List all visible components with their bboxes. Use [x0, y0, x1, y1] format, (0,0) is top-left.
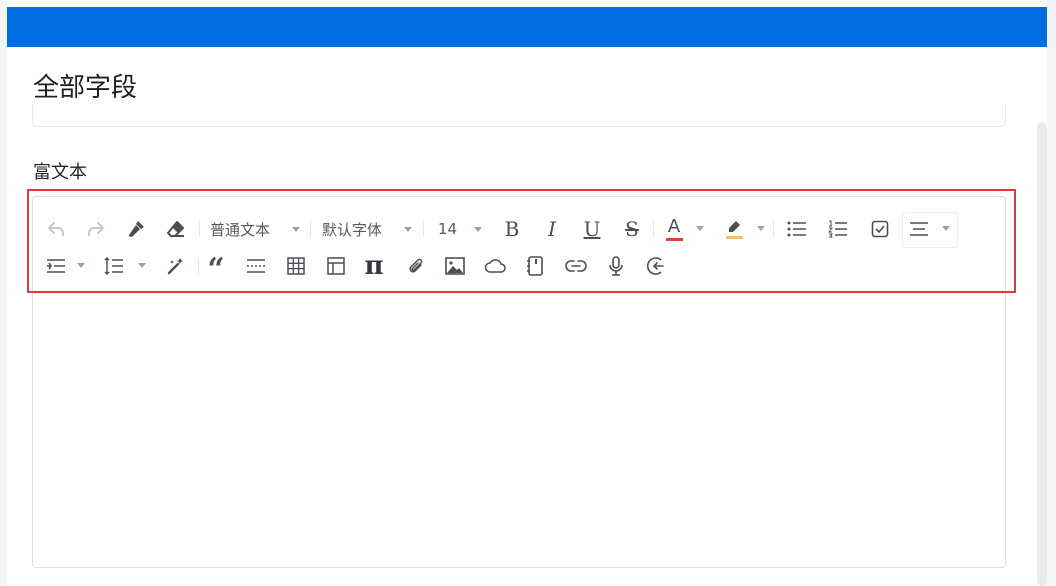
left-gutter: [0, 0, 7, 586]
top-header-bar: [7, 7, 1047, 47]
right-gutter: [1047, 0, 1056, 586]
page-title: 全部字段: [33, 73, 138, 103]
previous-card: [32, 104, 1006, 127]
toolbar-highlight-box: [27, 189, 1016, 293]
rich-text-field-label: 富文本: [33, 162, 87, 183]
scrollbar[interactable]: [1037, 122, 1047, 586]
